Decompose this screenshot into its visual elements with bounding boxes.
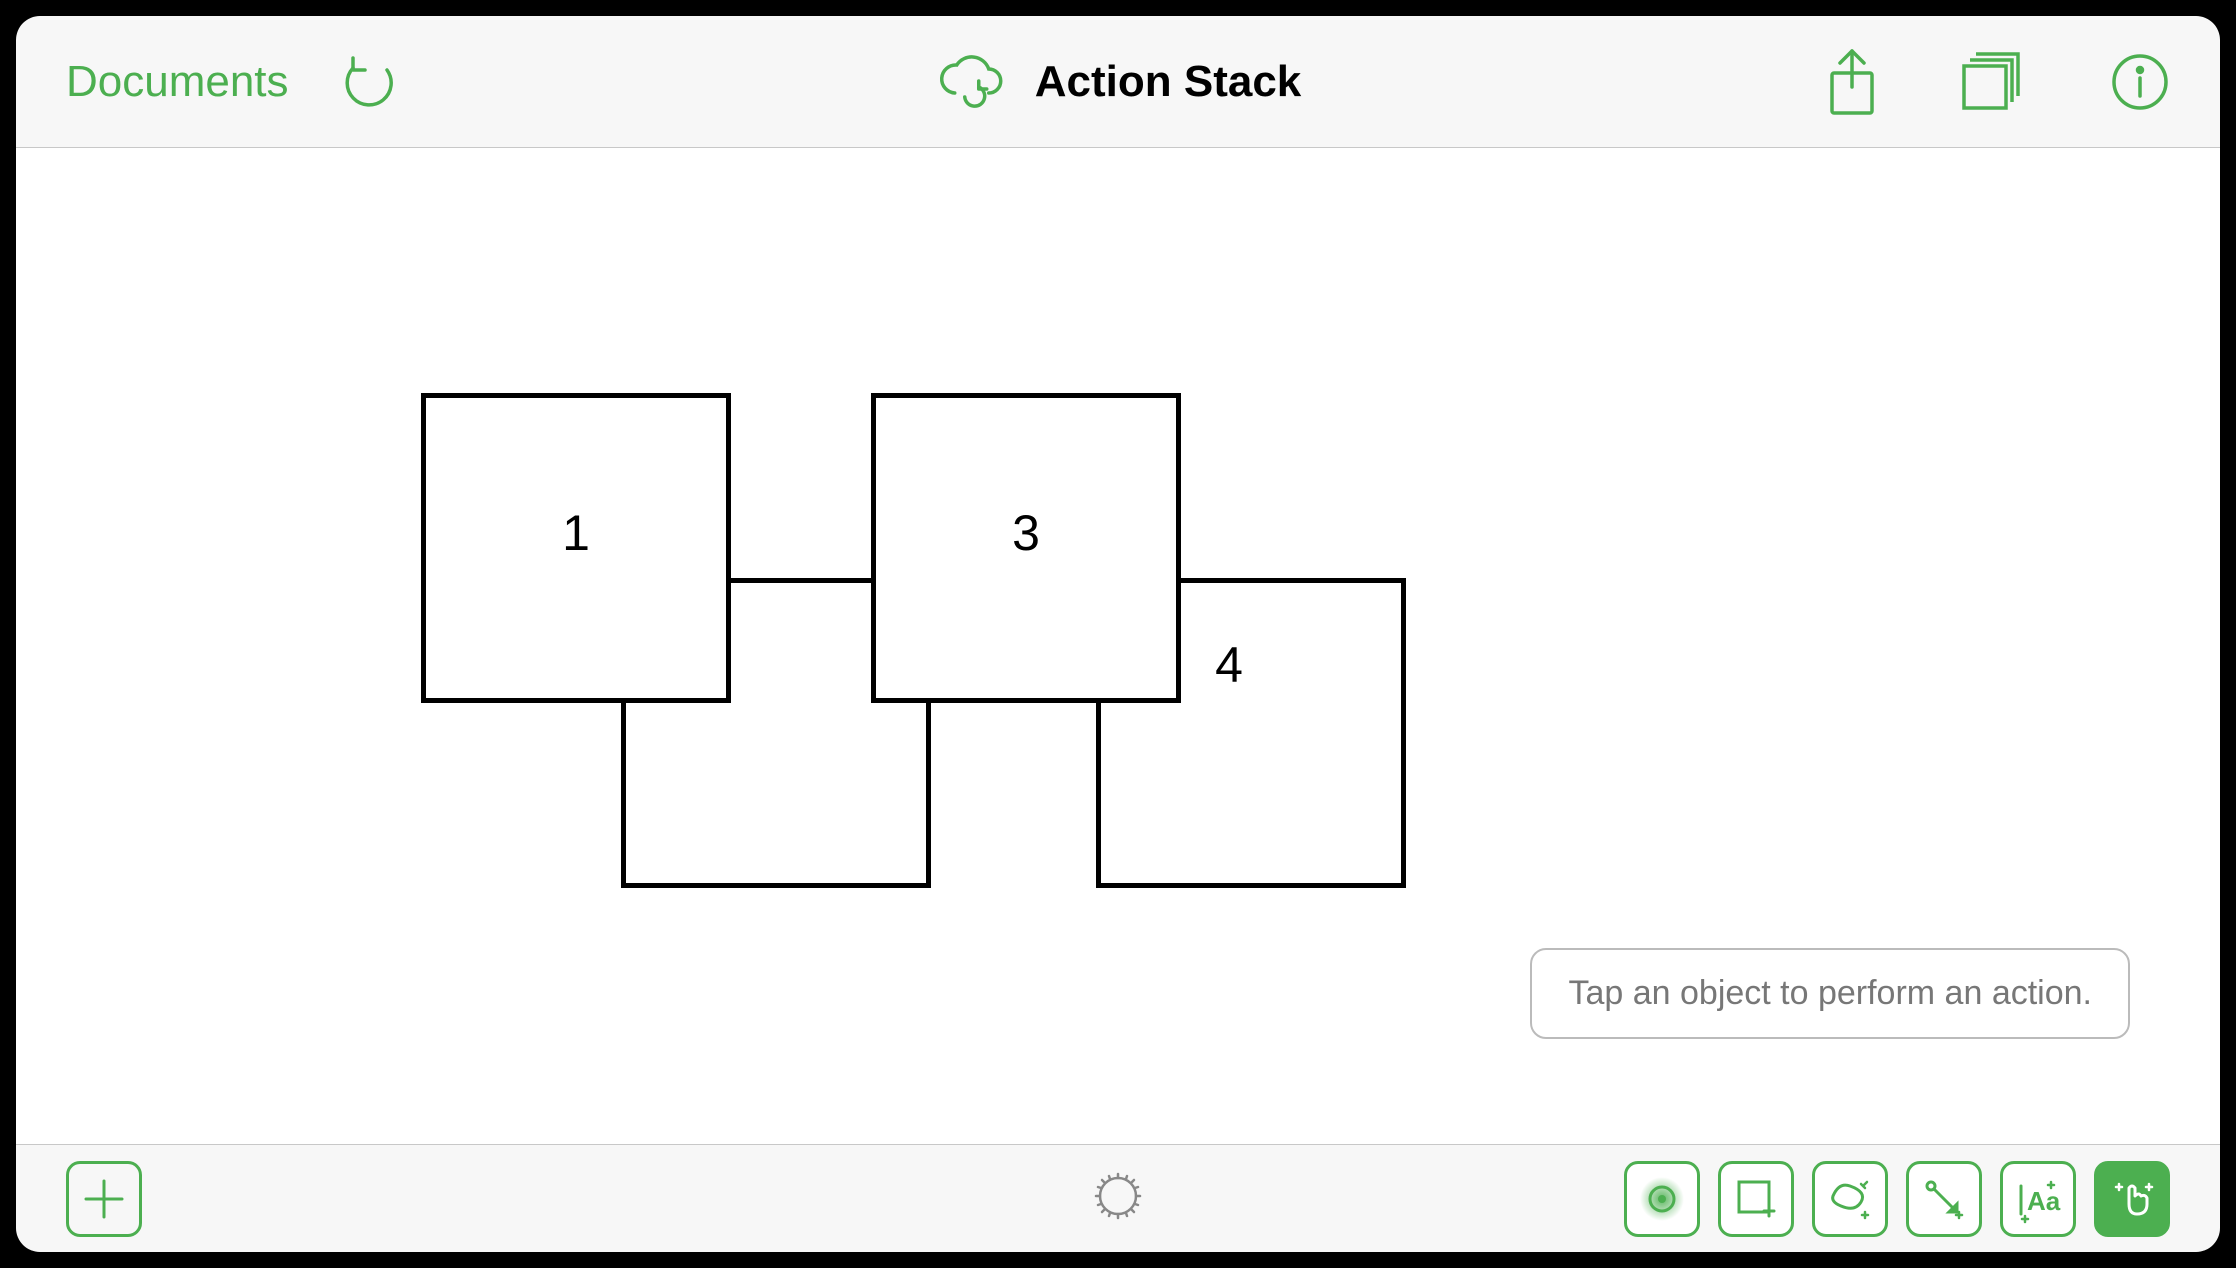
svg-text:Aa: Aa bbox=[2027, 1186, 2061, 1216]
canvas[interactable]: 2 4 1 3 Tap an object to perform an acti… bbox=[16, 148, 2220, 1144]
documents-button[interactable]: Documents bbox=[66, 57, 289, 107]
top-toolbar: Documents Action Stack bbox=[16, 16, 2220, 148]
freehand-tool[interactable] bbox=[1812, 1161, 1888, 1237]
bottom-left-group bbox=[66, 1161, 142, 1237]
action-tool[interactable] bbox=[2094, 1161, 2170, 1237]
shape-label: 4 bbox=[1215, 636, 1243, 694]
tooltip-text: Tap an object to perform an action. bbox=[1568, 974, 2092, 1012]
undo-button[interactable] bbox=[339, 52, 399, 112]
info-button[interactable] bbox=[2110, 52, 2170, 112]
toolbar-right-group bbox=[1824, 47, 2170, 117]
add-button[interactable] bbox=[66, 1161, 142, 1237]
style-button[interactable] bbox=[1092, 1209, 1144, 1226]
hint-tooltip: Tap an object to perform an action. bbox=[1530, 948, 2130, 1039]
bottom-center-group bbox=[1092, 1170, 1144, 1227]
shape-box-1[interactable]: 1 bbox=[421, 393, 731, 703]
page-title: Action Stack bbox=[1035, 57, 1302, 107]
toolbar-center-group: Action Stack bbox=[935, 49, 1302, 114]
cloud-sync-icon bbox=[935, 49, 1007, 114]
rectangle-tool[interactable] bbox=[1718, 1161, 1794, 1237]
selection-tool[interactable] bbox=[1624, 1161, 1700, 1237]
bottom-toolbar: Aa bbox=[16, 1144, 2220, 1252]
canvases-button[interactable] bbox=[1960, 52, 2030, 112]
shape-label: 3 bbox=[1012, 504, 1040, 562]
app-window: Documents Action Stack bbox=[16, 16, 2220, 1252]
toolbar-left-group: Documents bbox=[66, 52, 399, 112]
text-tool[interactable]: Aa bbox=[2000, 1161, 2076, 1237]
shape-box-3[interactable]: 3 bbox=[871, 393, 1181, 703]
line-tool[interactable] bbox=[1906, 1161, 1982, 1237]
share-button[interactable] bbox=[1824, 47, 1880, 117]
shape-label: 1 bbox=[562, 504, 590, 562]
bottom-right-group: Aa bbox=[1624, 1161, 2170, 1237]
